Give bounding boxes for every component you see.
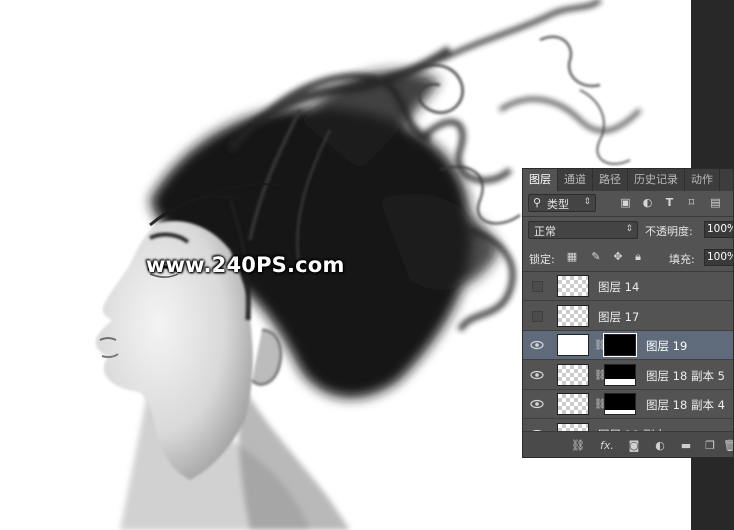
layers-panel-footer: ⛓ fx. ◙ ◐ ▬ ❐ 🗑︎ xyxy=(523,431,733,457)
eye-icon[interactable] xyxy=(530,398,544,410)
fx-icon[interactable]: fx. xyxy=(597,439,617,453)
layer-row[interactable]: ⛓ 图层 18 副本 5 xyxy=(523,361,733,390)
visibility-toggle-off[interactable] xyxy=(532,311,543,322)
type-filter-icon[interactable]: T xyxy=(663,196,676,209)
divider xyxy=(523,216,733,217)
link-layers-icon[interactable]: ⛓ xyxy=(571,439,585,453)
layer-name[interactable]: 图层 19 xyxy=(646,338,687,354)
tab-history[interactable]: 历史记录 xyxy=(628,169,685,191)
delete-layer-icon[interactable]: 🗑︎ xyxy=(723,439,733,453)
layer-mask-thumbnail[interactable] xyxy=(604,393,636,415)
blend-mode-row: 正常 ⇕ 不透明度: 100% xyxy=(523,219,733,241)
image-filter-icon[interactable]: ▣ xyxy=(619,196,632,209)
layer-mask-thumbnail[interactable] xyxy=(604,364,636,386)
new-layer-icon[interactable]: ❐ xyxy=(703,439,717,453)
layer-mask-thumbnail[interactable] xyxy=(603,333,637,357)
layer-thumbnail xyxy=(557,334,589,356)
watermark-text: www.240PS.com xyxy=(146,253,345,277)
layer-row[interactable]: 图层 14 xyxy=(523,272,733,301)
filter-kind-select[interactable]: ⚲ 类型 ⇕ xyxy=(528,194,596,212)
lock-position-icon[interactable]: ✥ xyxy=(611,250,625,264)
lock-transparent-icon[interactable]: ▦ xyxy=(565,250,579,264)
tab-actions[interactable]: 动作 xyxy=(685,169,720,191)
updown-arrow-icon: ⇕ xyxy=(583,197,591,207)
layer-row[interactable]: ⛓ 图层 18 副本 4 xyxy=(523,390,733,419)
mask-stripe xyxy=(605,410,635,414)
chain-link-icon[interactable]: ⛓ xyxy=(594,399,607,411)
layer-name[interactable]: 图层 18 副本 5 xyxy=(646,368,725,384)
layers-panel: 图层 通道 路径 历史记录 动作 ⚲ 类型 ⇕ ▣ ◐ T ⌑ ▤ 正常 ⇕ 不… xyxy=(522,168,734,458)
fill-input[interactable]: 100% xyxy=(704,249,733,266)
shape-filter-icon[interactable]: ⌑ xyxy=(685,196,698,209)
layer-thumbnail xyxy=(557,393,589,415)
tab-channels[interactable]: 通道 xyxy=(558,169,593,191)
lock-image-icon[interactable]: ✎ xyxy=(589,250,603,264)
blend-mode-value: 正常 xyxy=(534,225,556,238)
tab-paths[interactable]: 路径 xyxy=(593,169,628,191)
layer-thumbnail xyxy=(557,275,589,297)
lock-label: 锁定: xyxy=(529,253,555,266)
tab-layers[interactable]: 图层 xyxy=(523,169,558,191)
adjustment-filter-icon[interactable]: ◐ xyxy=(641,196,654,209)
search-icon: ⚲ xyxy=(533,196,542,209)
layer-name[interactable]: 图层 14 xyxy=(598,279,639,295)
lock-all-icon[interactable]: 🔒︎ xyxy=(631,250,645,264)
opacity-input[interactable]: 100% xyxy=(704,221,733,238)
layer-name[interactable]: 图层 18 副本 4 xyxy=(646,397,725,413)
filter-kind-label: 类型 xyxy=(547,198,569,211)
eye-icon[interactable] xyxy=(530,369,544,381)
adjustment-layer-icon[interactable]: ◐ xyxy=(653,439,667,453)
layer-thumbnail xyxy=(557,305,589,327)
updown-arrow-icon: ⇕ xyxy=(625,224,633,234)
eye-icon[interactable] xyxy=(530,339,544,351)
add-mask-icon[interactable]: ◙ xyxy=(627,439,641,453)
chain-link-icon[interactable]: ⛓ xyxy=(594,370,607,382)
fill-label: 填充: xyxy=(669,253,695,266)
layer-thumbnail xyxy=(557,364,589,386)
blend-mode-select[interactable]: 正常 ⇕ xyxy=(528,221,638,239)
new-group-icon[interactable]: ▬ xyxy=(679,439,693,453)
smart-object-filter-icon[interactable]: ▤ xyxy=(709,196,722,209)
opacity-label: 不透明度: xyxy=(645,225,693,238)
layer-filter-row: ⚲ 类型 ⇕ ▣ ◐ T ⌑ ▤ xyxy=(523,192,733,214)
mask-stripe xyxy=(605,379,635,385)
chain-link-icon[interactable]: ⛓ xyxy=(594,340,607,352)
layer-name[interactable]: 图层 17 xyxy=(598,309,639,325)
lock-row: 锁定: ▦ ✎ ✥ 🔒︎ 填充: 100% xyxy=(523,247,733,269)
layer-row[interactable]: 图层 17 xyxy=(523,302,733,331)
layer-row-selected[interactable]: ⛓ 图层 19 xyxy=(523,331,733,360)
panel-tabs: 图层 通道 路径 历史记录 动作 xyxy=(523,169,733,191)
visibility-toggle-off[interactable] xyxy=(532,281,543,292)
